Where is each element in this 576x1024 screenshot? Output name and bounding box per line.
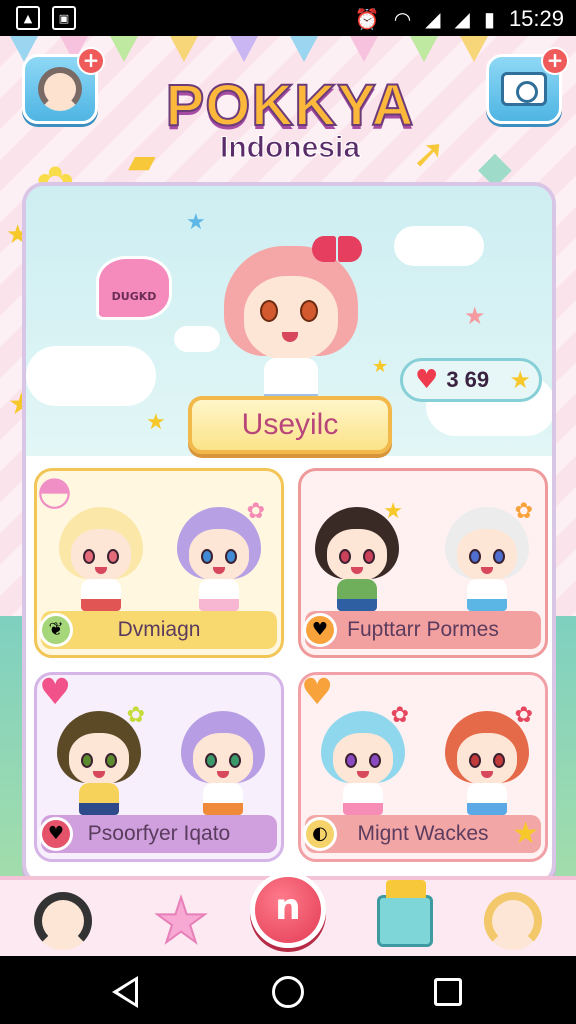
game-subtitle: Indonesia [219, 131, 361, 165]
star-icon: ★ [512, 816, 539, 851]
wifi-icon: ◠ [393, 7, 412, 31]
photo-button[interactable]: + [486, 47, 569, 124]
card-label: Psoorfyer Iqato [41, 815, 277, 853]
character-blonde [53, 501, 149, 613]
heart-icon: ♥ [303, 613, 337, 647]
image-icon: ▲ [16, 6, 40, 30]
camera-icon [501, 72, 547, 106]
character-aqua: ✿ [315, 705, 411, 817]
system-nav-bar [0, 956, 576, 1024]
star-icon: ★ [509, 366, 531, 394]
character-purple: ✿ [171, 501, 267, 613]
star-icon[interactable]: ★ [146, 886, 216, 956]
character-card-4[interactable]: ♥ ✿ ✿ ◐ Mignt Wackes ★ [298, 672, 548, 862]
game-screen: + + POKKYA Indonesia ✿ ▰ ➚ ◆ ★ ★ ★ ★ ★ ★… [0, 36, 576, 956]
character-card-3[interactable]: ♥ ✿ ♥ Psoorfyer Iqato [34, 672, 284, 862]
card-label: Mignt Wackes [305, 815, 541, 853]
clock: 15:29 [508, 6, 564, 31]
bow-icon [312, 232, 362, 266]
notification-app-icon: ▣ [52, 6, 76, 30]
signal-icon: ◢ [425, 7, 441, 31]
leaf-icon: ❦ [39, 613, 73, 647]
main-panel: ★ ★ ★ ★ DUGKD ♥ 3 69 ★ Useyilc ◓ ✿ ❦ Dvm… [22, 182, 556, 886]
character-silver: ✿ [439, 501, 535, 613]
status-bar: ▲ ▣ ⏰ ◠ ◢ ◢ ▮ 15:29 [0, 0, 576, 36]
alarm-icon: ⏰ [354, 7, 380, 31]
character-avatar-icon-2[interactable] [478, 886, 548, 956]
character-card-1[interactable]: ◓ ✿ ❦ Dvmiagn [34, 468, 284, 658]
character-lavender [175, 705, 271, 817]
avatar-icon [38, 67, 82, 111]
gift-box-icon[interactable] [370, 880, 440, 956]
character-olive: ✿ [51, 705, 147, 817]
hat-icon: ◓ [37, 468, 72, 514]
bottom-nav: ★ n [0, 872, 576, 956]
game-title: POKKYA [165, 72, 415, 139]
character-brunette: ★ [309, 501, 405, 613]
heart-icon: ♥ [415, 365, 439, 395]
hearts-value: 3 69 [446, 367, 490, 392]
add-icon-2[interactable]: + [541, 47, 569, 75]
speech-bubble: DUGKD [96, 256, 172, 320]
home-icon[interactable] [272, 976, 304, 1008]
card-label: Dvmiagn [41, 611, 277, 649]
home-button[interactable]: n [250, 872, 326, 948]
battery-icon: ▮ [483, 7, 495, 31]
recent-apps-icon[interactable] [434, 978, 462, 1006]
character-avatar-icon[interactable] [28, 886, 98, 956]
signal-icon-2: ◢ [454, 7, 470, 31]
add-icon[interactable]: + [77, 47, 105, 75]
card-label: Fupttarr Pormes [305, 611, 541, 649]
arrow-icon: ➚ [412, 131, 446, 177]
cake-icon: ▰ [128, 141, 156, 182]
profile-button[interactable]: + [22, 47, 105, 124]
character-name-banner[interactable]: Useyilc [188, 396, 392, 454]
heart-icon-2: ♥ [39, 817, 73, 851]
hearts-counter: ♥ 3 69 ★ [400, 358, 542, 402]
character-card-2[interactable]: ★ ✿ ♥ Fupttarr Pormes [298, 468, 548, 658]
back-icon[interactable] [112, 976, 138, 1008]
shell-icon: ◐ [303, 817, 337, 851]
character-redhead: ✿ [439, 705, 535, 817]
